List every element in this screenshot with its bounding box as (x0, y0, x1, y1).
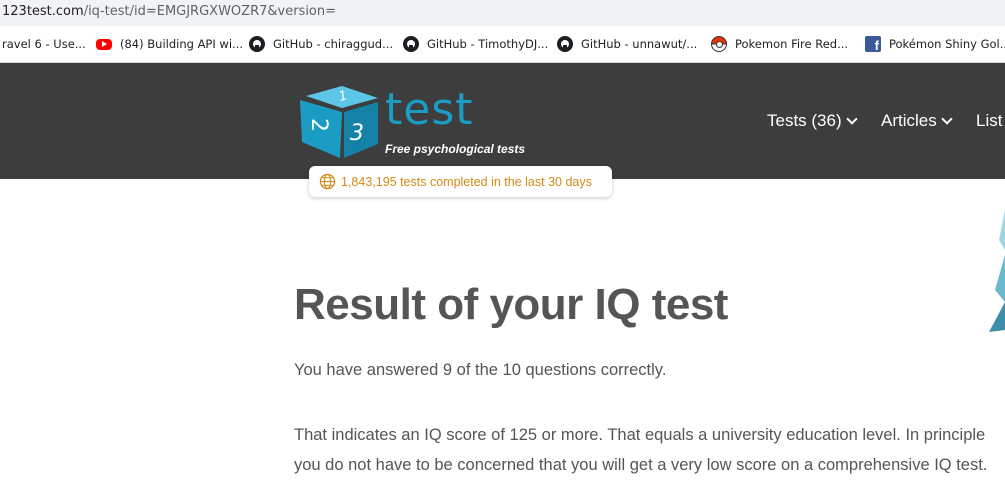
svg-text:2: 2 (306, 118, 331, 132)
svg-text:3: 3 (350, 121, 364, 146)
facebook-icon: f (865, 36, 881, 52)
page-title: Result of your IQ test (294, 280, 728, 329)
bookmark-0[interactable]: ravel 6 - Use... (2, 35, 86, 53)
bookmark-2[interactable]: GitHub - chiraggud... (249, 35, 393, 53)
url-path: /iq-test/id=EMGJRGXWOZR7&version= (83, 4, 337, 19)
address-bar[interactable]: 123test.com/iq-test/id=EMGJRGXWOZR7&vers… (0, 0, 1005, 26)
nav-label: Articles (881, 111, 937, 130)
nav-list[interactable]: List (976, 110, 1002, 132)
nav-tests[interactable]: Tests (36) (767, 110, 858, 132)
bookmark-3[interactable]: GitHub - TimothyDJ... (403, 35, 548, 53)
bookmark-label: Pokémon Shiny Gol... (889, 37, 1005, 51)
bookmark-label: Pokemon Fire Red... (735, 37, 849, 51)
bookmark-1[interactable]: (84) Building API wi... (96, 35, 243, 53)
bookmark-label: (84) Building API wi... (120, 37, 243, 51)
decorative-graphic (989, 210, 1005, 332)
nav-label: Tests (36) (767, 111, 842, 130)
result-summary: You have answered 9 of the 10 questions … (294, 361, 667, 379)
chevron-down-icon (941, 112, 953, 125)
bookmark-label: GitHub - chiraggud... (273, 37, 394, 51)
github-icon (557, 36, 573, 52)
bookmark-6[interactable]: f Pokémon Shiny Gol... (865, 35, 1005, 53)
tests-completed-badge: 1,843,195 tests completed in the last 30… (309, 166, 612, 197)
globe-icon (319, 173, 336, 190)
bookmarks-bar: ravel 6 - Use... (84) Building API wi...… (0, 26, 1005, 63)
youtube-icon (96, 38, 112, 50)
bookmark-label: ravel 6 - Use... (2, 37, 86, 51)
url-text[interactable]: 123test.com/iq-test/id=EMGJRGXWOZR7&vers… (2, 4, 336, 19)
bookmark-label: GitHub - TimothyDJ... (427, 37, 549, 51)
logo-tagline: Free psychological tests (385, 142, 526, 156)
nav-articles[interactable]: Articles (881, 110, 953, 132)
tests-completed-text: 1,843,195 tests completed in the last 30… (341, 174, 592, 189)
github-icon (249, 36, 265, 52)
nav-label: List (976, 111, 1003, 130)
url-host: 123test.com (2, 4, 84, 19)
bookmark-label: GitHub - unnawut/... (581, 37, 698, 51)
result-explanation: That indicates an IQ score of 125 or mor… (294, 426, 988, 474)
github-icon (403, 36, 419, 52)
bookmark-5[interactable]: Pokemon Fire Red... (711, 35, 848, 53)
chevron-down-icon (845, 112, 858, 125)
logo-wordmark[interactable]: test (385, 88, 474, 132)
pokeball-icon (711, 36, 727, 52)
bookmark-4[interactable]: GitHub - unnawut/... (557, 35, 697, 53)
